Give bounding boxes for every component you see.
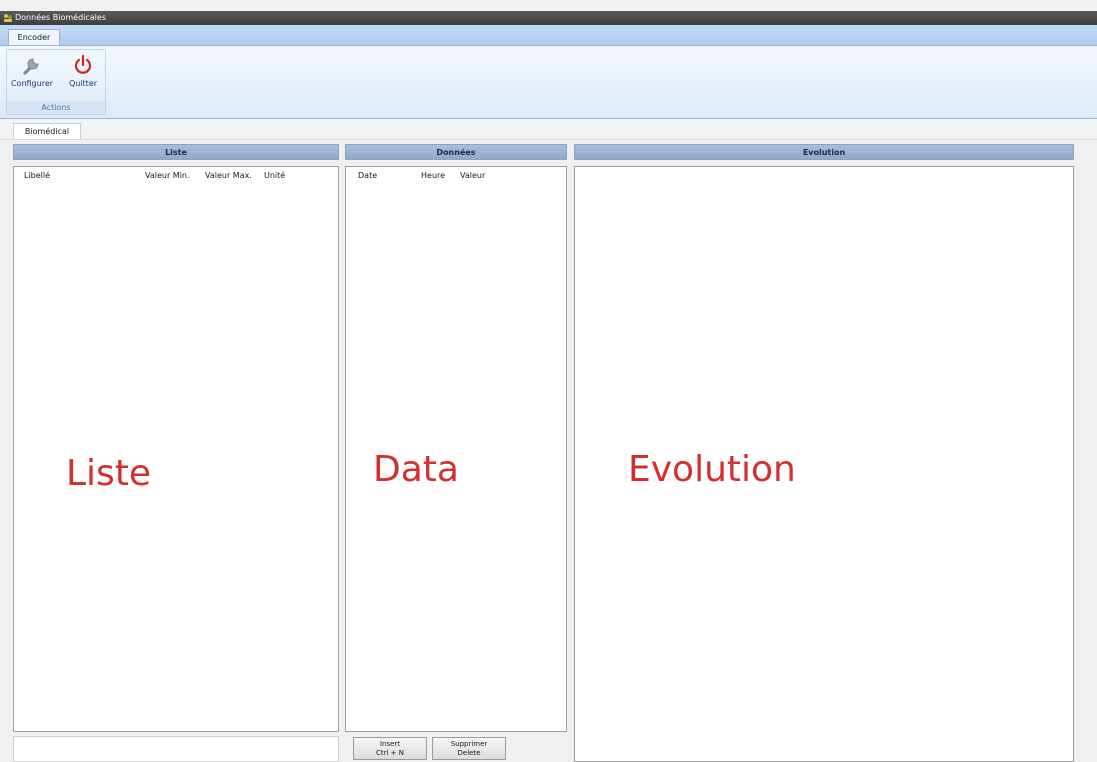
liste-grid[interactable]: Libellé Valeur Min. Valeur Max. Unité Li… xyxy=(13,166,339,732)
evolution-header: Evolution xyxy=(574,144,1074,160)
wrench-icon xyxy=(23,58,39,75)
group-label: Actions xyxy=(7,101,105,114)
evolution-chart-area[interactable]: Evolution xyxy=(574,166,1074,762)
column-header-libelle[interactable]: Libellé xyxy=(24,171,50,180)
ribbon-tab-strip: Encoder xyxy=(0,25,1097,46)
title-bar: Données Biomédicales xyxy=(0,11,1097,25)
column-header-heure[interactable]: Heure xyxy=(421,171,445,180)
delete-button-shortcut: Delete xyxy=(457,749,481,757)
donnees-column-headers: Date Heure Valeur xyxy=(346,171,566,183)
evolution-panel: Evolution Evolution xyxy=(574,144,1074,762)
delete-button[interactable]: Supprimer Delete xyxy=(432,737,506,760)
evolution-watermark: Evolution xyxy=(628,449,796,490)
insert-button-label: Insert xyxy=(379,740,401,748)
insert-button-shortcut: Ctrl + N xyxy=(375,749,404,757)
liste-footer xyxy=(13,736,339,762)
configure-label: Configurer xyxy=(10,79,54,88)
liste-watermark: Liste xyxy=(66,453,152,494)
donnees-header: Données xyxy=(345,144,567,160)
quit-button[interactable]: Quitter xyxy=(63,54,103,88)
insert-button[interactable]: Insert Ctrl + N xyxy=(353,737,427,760)
liste-column-headers: Libellé Valeur Min. Valeur Max. Unité xyxy=(14,171,338,183)
donnees-grid[interactable]: Date Heure Valeur Data xyxy=(345,166,567,732)
app-icon xyxy=(4,14,12,22)
ribbon-tab-encoder[interactable]: Encoder xyxy=(8,29,60,45)
donnees-panel: Données Date Heure Valeur Data Insert Ct… xyxy=(345,144,567,762)
liste-panel: Liste Libellé Valeur Min. Valeur Max. Un… xyxy=(13,144,339,762)
column-header-unite[interactable]: Unité xyxy=(264,171,285,180)
column-header-valeur[interactable]: Valeur xyxy=(460,171,485,180)
configure-button[interactable]: Configurer xyxy=(9,54,55,88)
column-header-valeur-min[interactable]: Valeur Min. xyxy=(145,171,190,180)
column-header-valeur-max[interactable]: Valeur Max. xyxy=(205,171,252,180)
liste-header: Liste xyxy=(13,144,339,160)
tab-biomedical[interactable]: Biomédical xyxy=(13,123,81,139)
power-icon xyxy=(74,54,92,74)
document-tab-strip: Biomédical xyxy=(0,119,1097,140)
ribbon-panel: Configurer Quitter Actions xyxy=(0,46,1097,119)
donnees-watermark: Data xyxy=(373,449,459,490)
ribbon-group-actions: Configurer Quitter Actions xyxy=(6,49,106,115)
quit-label: Quitter xyxy=(68,79,98,88)
window-title: Données Biomédicales xyxy=(15,13,106,22)
column-header-date[interactable]: Date xyxy=(358,171,377,180)
delete-button-label: Supprimer xyxy=(450,740,488,748)
